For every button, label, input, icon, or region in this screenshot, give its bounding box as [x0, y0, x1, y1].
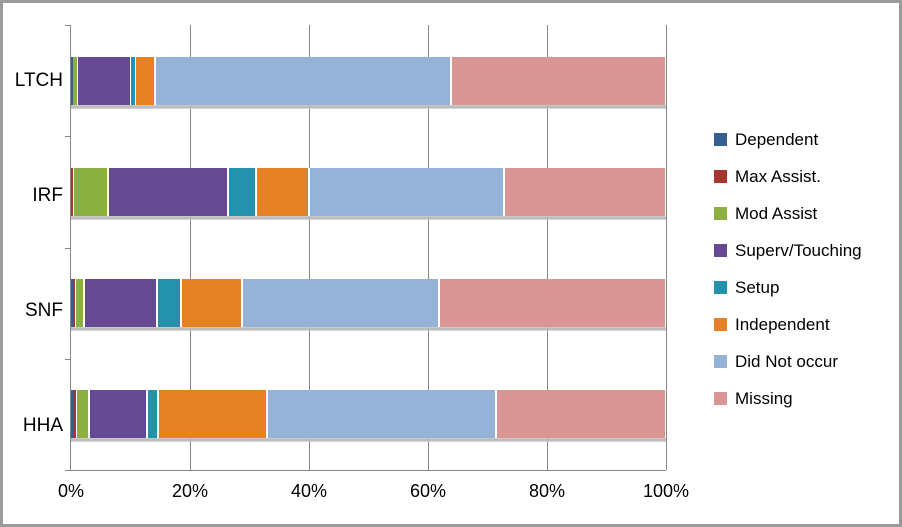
- bar-segment-superv-touching[interactable]: [84, 279, 157, 328]
- x-tick-label: 20%: [171, 481, 209, 501]
- y-axis-tick: [65, 358, 71, 360]
- bar-segment-independent[interactable]: [135, 56, 156, 105]
- bar-segment-independent[interactable]: [181, 279, 243, 328]
- bar-group-snf: [71, 279, 666, 332]
- stacked-bar[interactable]: [71, 390, 666, 439]
- legend-label: Dependent: [735, 129, 819, 149]
- bar-baseline: [71, 327, 666, 332]
- bar-baseline: [71, 104, 666, 109]
- stacked-bar[interactable]: [71, 279, 666, 328]
- x-tick-label: 80%: [528, 481, 566, 501]
- bar-segment-did-not-occur[interactable]: [242, 279, 440, 328]
- legend-label: Superv/Touching: [735, 240, 862, 260]
- stacked-bar[interactable]: [71, 167, 666, 216]
- legend-item-setup[interactable]: Setup: [714, 269, 894, 306]
- legend-item-missing[interactable]: Missing: [714, 380, 894, 417]
- x-tick-label: 40%: [290, 481, 328, 501]
- legend-item-dependent[interactable]: Dependent: [714, 121, 894, 158]
- legend-label: Missing: [735, 388, 793, 408]
- bar-segment-mod-assist[interactable]: [75, 390, 89, 439]
- bar-segment-independent[interactable]: [157, 390, 267, 439]
- legend-swatch-icon: [714, 133, 727, 146]
- bar-group-ltch: [71, 56, 666, 109]
- bar-baseline: [71, 215, 666, 220]
- legend-swatch-icon: [714, 318, 727, 331]
- chart-container: LTCH IRF SNF HHA 0% 20% 40% 60% 80% 100% Depe…: [0, 0, 902, 527]
- legend-swatch-icon: [714, 170, 727, 183]
- bar-segment-setup[interactable]: [156, 279, 182, 328]
- legend-label: Setup: [735, 277, 780, 297]
- legend: Dependent Max Assist. Mod Assist Superv/Tou…: [714, 121, 894, 417]
- legend-swatch-icon: [714, 207, 727, 220]
- bar-segment-missing[interactable]: [451, 56, 666, 105]
- legend-label: Mod Assist: [735, 203, 818, 223]
- y-axis-label-ltch: LTCH: [14, 70, 63, 91]
- bar-segment-superv-touching[interactable]: [76, 56, 132, 105]
- y-axis-tick: [65, 247, 71, 249]
- x-tick-label: 0%: [57, 481, 84, 501]
- legend-label: Max Assist.: [735, 166, 821, 186]
- bar-group-irf: [71, 167, 666, 220]
- bar-segment-superv-touching[interactable]: [88, 390, 147, 439]
- bar-segment-did-not-occur[interactable]: [155, 56, 452, 105]
- bar-segment-setup[interactable]: [228, 167, 257, 216]
- legend-label: Did Not occur: [735, 351, 838, 371]
- bar-segment-mod-assist[interactable]: [73, 167, 108, 216]
- bar-group-hha: [71, 390, 666, 443]
- legend-item-independent[interactable]: Independent: [714, 306, 894, 343]
- bar-segment-missing[interactable]: [495, 390, 666, 439]
- bar-segment-independent[interactable]: [256, 167, 309, 216]
- x-tick-label: 60%: [409, 481, 447, 501]
- bar-baseline: [71, 438, 666, 443]
- bar-segment-superv-touching[interactable]: [107, 167, 229, 216]
- legend-item-max-assist[interactable]: Max Assist.: [714, 158, 894, 195]
- bar-segment-mod-assist[interactable]: [74, 279, 85, 328]
- legend-label: Independent: [735, 314, 830, 334]
- y-axis-label-irf: IRF: [32, 185, 63, 206]
- y-axis-label-hha: HHA: [22, 415, 63, 436]
- legend-swatch-icon: [714, 392, 727, 405]
- y-axis-tick: [65, 470, 71, 471]
- y-axis-tick: [65, 136, 71, 138]
- y-axis-label-snf: SNF: [25, 300, 63, 321]
- bar-segment-missing[interactable]: [439, 279, 666, 328]
- legend-item-did-not-occur[interactable]: Did Not occur: [714, 343, 894, 380]
- plot-area: [65, 25, 667, 471]
- bar-segment-did-not-occur[interactable]: [266, 390, 496, 439]
- stacked-bar[interactable]: [71, 56, 666, 105]
- x-axis-line: [65, 470, 666, 471]
- x-tick-label: 100%: [642, 481, 690, 501]
- y-axis-tick: [65, 25, 71, 26]
- legend-swatch-icon: [714, 281, 727, 294]
- legend-swatch-icon: [714, 355, 727, 368]
- bar-segment-did-not-occur[interactable]: [308, 167, 505, 216]
- legend-swatch-icon: [714, 244, 727, 257]
- bar-segment-missing[interactable]: [504, 167, 666, 216]
- bar-segment-setup[interactable]: [146, 390, 158, 439]
- legend-item-mod-assist[interactable]: Mod Assist: [714, 195, 894, 232]
- legend-item-superv-touching[interactable]: Superv/Touching: [714, 232, 894, 269]
- gridline-100%: [666, 25, 667, 470]
